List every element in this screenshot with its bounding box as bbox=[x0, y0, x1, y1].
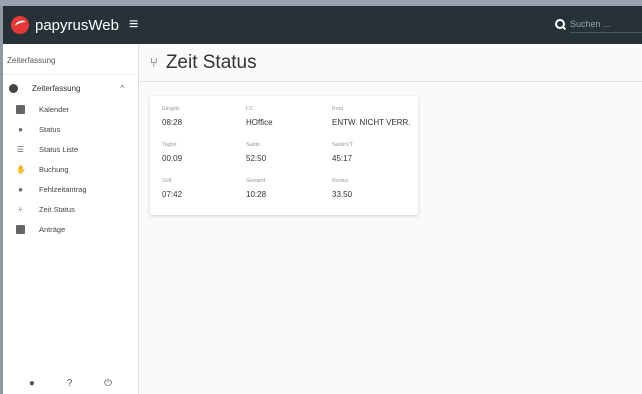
field-value: 08:28 bbox=[162, 118, 183, 127]
sidebar-item-fehlzeitantrag[interactable]: ● Fehlzeitantrag bbox=[3, 179, 138, 199]
brand-name: papyrusWeb bbox=[35, 16, 119, 34]
sidebar-item-label: Anträge bbox=[39, 224, 66, 234]
sidebar-item-status[interactable]: ● Status bbox=[3, 119, 138, 139]
sidebar-item-label: Buchung bbox=[39, 164, 69, 174]
field-label: Eingeb. bbox=[162, 106, 181, 112]
page-header: ⑂ Zeit Status bbox=[140, 44, 642, 82]
clipboard-icon bbox=[16, 224, 25, 234]
hand-icon: ✋ bbox=[16, 164, 26, 174]
app-window: papyrusWeb ≡ Zeiterfassung Zeiterfassung… bbox=[0, 6, 642, 394]
sidebar-item-label: Kalender bbox=[39, 104, 70, 114]
field-soll: Soll 07:42 bbox=[162, 176, 246, 212]
field-value: 10:28 bbox=[246, 190, 267, 199]
menu-toggle-icon[interactable]: ≡ bbox=[129, 16, 138, 34]
sidebar-header: Zeiterfassung bbox=[3, 44, 138, 75]
user-icon[interactable]: ● bbox=[29, 378, 35, 389]
search-box bbox=[555, 15, 642, 33]
list-icon: ☰ bbox=[16, 144, 25, 154]
field-value: 45:17 bbox=[332, 154, 353, 163]
calendar-icon bbox=[16, 104, 25, 114]
sidebar-item-zeit-status[interactable]: ⑂ Zeit Status bbox=[3, 199, 138, 219]
sidebar-item-label: Fehlzeitantrag bbox=[39, 184, 87, 194]
field-label: SaldoVT bbox=[332, 142, 354, 148]
field-saldovt: SaldoVT 45:17 bbox=[332, 140, 422, 176]
fork-icon: ⑂ bbox=[18, 204, 23, 214]
sidebar-item-buchung[interactable]: ✋ Buchung bbox=[3, 159, 138, 179]
fork-icon: ⑂ bbox=[150, 55, 158, 70]
field-value: 00:09 bbox=[162, 154, 183, 163]
sidebar: Zeiterfassung Zeiterfassung ^ Kalender ●… bbox=[3, 44, 139, 394]
sidebar-item-antraege[interactable]: Anträge bbox=[3, 219, 138, 239]
page-title: Zeit Status bbox=[165, 51, 257, 73]
field-saldo: Saldo 52:50 bbox=[246, 140, 332, 176]
field-label: FZ bbox=[246, 106, 253, 112]
field-value: 52:50 bbox=[246, 154, 267, 163]
field-label: Gesamt bbox=[246, 178, 266, 184]
search-icon[interactable] bbox=[555, 18, 566, 30]
sidebar-item-label: Status Liste bbox=[39, 144, 79, 154]
field-fz: FZ HOffice bbox=[246, 104, 332, 140]
status-card: Eingeb. 08:28 FZ HOffice Kost. ENTW. NIC… bbox=[150, 96, 418, 215]
clock-icon bbox=[9, 83, 18, 93]
sidebar-item-kalender[interactable]: Kalender bbox=[3, 99, 138, 119]
sidebar-group-zeiterfassung[interactable]: Zeiterfassung ^ bbox=[3, 77, 138, 99]
field-value: 07:42 bbox=[162, 190, 183, 199]
field-label: Kost. bbox=[332, 106, 345, 112]
field-value: 33.50 bbox=[332, 190, 353, 199]
search-input[interactable] bbox=[570, 15, 642, 33]
top-bar: papyrusWeb ≡ bbox=[3, 6, 642, 44]
field-value: HOffice bbox=[246, 118, 273, 127]
field-gesamt: Gesamt 10:28 bbox=[246, 176, 332, 212]
field-label: TagIst bbox=[162, 142, 177, 148]
main-content: ⑂ Zeit Status Eingeb. 08:28 FZ HOffice K… bbox=[140, 44, 642, 394]
field-kost: Kost. ENTW. NICHT VERR. bbox=[332, 104, 422, 140]
status-grid: Eingeb. 08:28 FZ HOffice Kost. ENTW. NIC… bbox=[162, 104, 411, 212]
user-group-icon: ● bbox=[18, 184, 23, 194]
sidebar-item-label: Status bbox=[39, 124, 61, 134]
power-icon[interactable]: ⏻ bbox=[104, 378, 112, 389]
papyrus-logo-icon bbox=[11, 16, 29, 34]
sidebar-footer: ● ? ⏻ bbox=[3, 372, 138, 394]
sidebar-group-label: Zeiterfassung bbox=[32, 83, 81, 93]
field-label: Restur. bbox=[332, 178, 350, 184]
field-tagist: TagIst 00:09 bbox=[162, 140, 246, 176]
people-icon: ● bbox=[18, 124, 23, 134]
field-label: Soll bbox=[162, 178, 172, 184]
field-value: ENTW. NICHT VERR. bbox=[332, 118, 411, 127]
sidebar-item-status-liste[interactable]: ☰ Status Liste bbox=[3, 139, 138, 159]
help-icon[interactable]: ? bbox=[67, 378, 73, 389]
field-restur: Restur. 33.50 bbox=[332, 176, 422, 212]
field-label: Saldo bbox=[246, 142, 261, 148]
field-eingeb: Eingeb. 08:28 bbox=[162, 104, 246, 140]
chevron-up-icon: ^ bbox=[120, 83, 124, 93]
sidebar-item-label: Zeit Status bbox=[39, 204, 75, 214]
